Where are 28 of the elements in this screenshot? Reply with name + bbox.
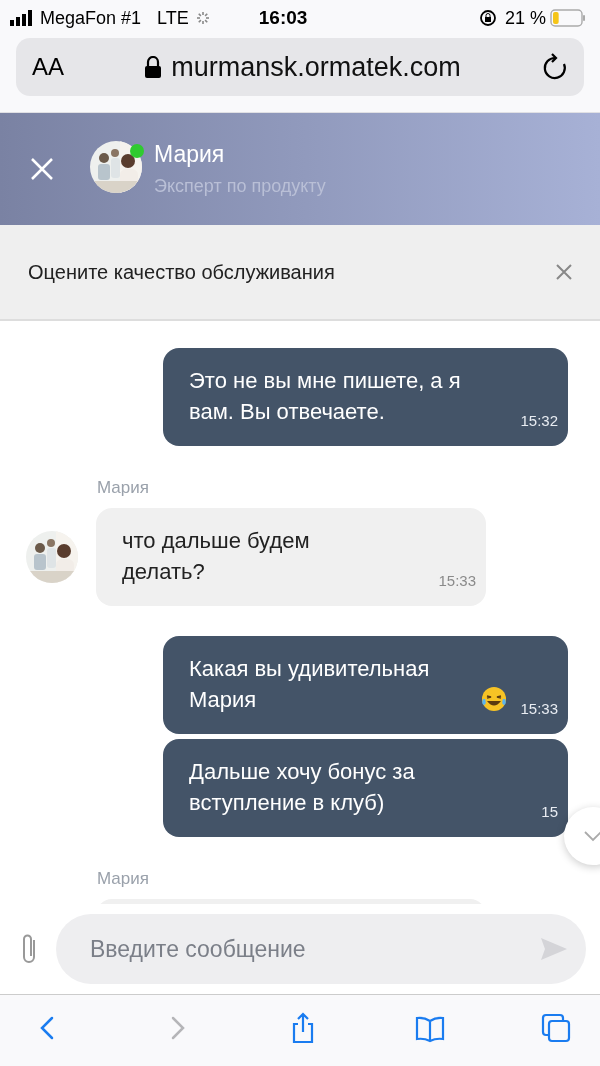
rating-prompt[interactable]: Оцените качество обслуживания (28, 260, 335, 284)
battery-icon (550, 9, 586, 27)
sender-name: Мария (97, 478, 150, 498)
message-text: Дальше хочу бонус за вступление в клуб) (189, 758, 416, 817)
spinner-icon (194, 10, 211, 26)
message-text: Это не вы мне пишете, а я вам. Вы отвечаете. (189, 367, 462, 426)
message-time: 15 (541, 802, 558, 822)
message-text: Какая вы удивительная Мария (189, 655, 431, 714)
agent-name: Мария (154, 141, 226, 168)
url-text: murmansk.ormatek.com (171, 51, 461, 83)
reload-icon[interactable] (542, 53, 568, 81)
carrier-name: MegaFon #1 (40, 7, 142, 29)
battery-percent: 21 % (504, 7, 546, 29)
network-type: LTE (157, 7, 189, 29)
tabs-icon[interactable] (540, 1011, 572, 1044)
clock-time: 16:03 (258, 7, 308, 29)
close-icon[interactable] (556, 264, 572, 280)
message-time: 15:33 (520, 699, 558, 719)
signal-icon (10, 10, 34, 26)
message-text: что дальше будем делать? (122, 527, 311, 586)
message-time: 15:33 (438, 571, 476, 591)
address-bar[interactable]: AA murmansk.ormatek.com (16, 38, 584, 96)
message-time: 15:32 (520, 411, 558, 431)
sender-name: Мария (97, 869, 150, 889)
text-size-button[interactable]: AA (32, 53, 64, 81)
message-field[interactable]: Введите сообщение (56, 914, 586, 984)
chevron-down-icon (583, 830, 600, 842)
rotation-lock-icon (478, 9, 497, 27)
